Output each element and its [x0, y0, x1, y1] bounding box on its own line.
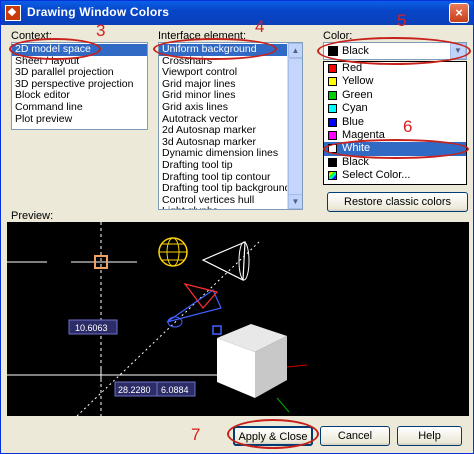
- annotation-number-6: 6: [403, 117, 413, 136]
- context-list-item[interactable]: Command line: [12, 101, 147, 114]
- dimension-value-2: 28.2280: [118, 385, 151, 395]
- color-option-item[interactable]: Yellow: [324, 75, 466, 88]
- annotation-ring-interface: [153, 38, 277, 60]
- restore-classic-colors-button[interactable]: Restore classic colors: [327, 192, 468, 212]
- annotation-number-5: 5: [397, 11, 407, 30]
- color-swatch-icon: [328, 157, 337, 167]
- interface-list-item[interactable]: Drafting tool tip: [159, 159, 287, 172]
- color-option-label: Cyan: [342, 102, 368, 115]
- preview-canvas: 10.6063 28.2280 6.0884: [7, 222, 469, 416]
- color-option-label: Yellow: [342, 75, 374, 88]
- app-icon: [5, 5, 21, 21]
- context-list-item[interactable]: Plot preview: [12, 113, 147, 126]
- annotation-ring-white: [323, 139, 469, 159]
- annotation-ring-context: [9, 38, 101, 60]
- color-swatch-icon: [328, 130, 337, 140]
- annotation-number-7: 7: [191, 425, 201, 444]
- help-button[interactable]: Help: [397, 426, 462, 446]
- color-swatch-icon: [328, 90, 337, 100]
- color-swatch-icon: [328, 171, 337, 181]
- interface-element-list[interactable]: Uniform background Crosshairs Viewport con…: [158, 42, 303, 210]
- color-swatch-icon: [328, 77, 337, 87]
- color-option-item[interactable]: Blue: [324, 116, 466, 129]
- annotation-number-4: 4: [255, 17, 265, 36]
- scroll-up-icon[interactable]: ▲: [288, 43, 302, 58]
- interface-list-item[interactable]: Grid axis lines: [159, 101, 287, 114]
- preview-label: Preview:: [11, 210, 54, 222]
- annotation-ring-apply: [227, 419, 319, 449]
- dimension-value-3: 6.0884: [161, 385, 189, 395]
- scroll-down-icon[interactable]: ▼: [288, 194, 302, 209]
- color-option-item[interactable]: Cyan: [324, 102, 466, 115]
- dimension-value-1: 10.6063: [75, 323, 108, 333]
- color-swatch-icon: [328, 117, 337, 127]
- color-option-label: Blue: [342, 115, 365, 128]
- interface-list-item[interactable]: Light glyphs: [159, 206, 287, 209]
- cancel-button[interactable]: Cancel: [320, 426, 390, 446]
- color-option-label: Red: [342, 62, 363, 74]
- color-swatch-icon: [328, 64, 337, 73]
- dialog-title: Drawing Window Colors: [27, 5, 170, 19]
- color-swatch-icon: [328, 104, 337, 114]
- annotation-ring-color: [317, 37, 471, 65]
- color-option-label: Green: [342, 88, 373, 101]
- drawing-window-colors-dialog: Drawing Window Colors × Context: 2D mode…: [0, 0, 474, 454]
- color-dropdown-list[interactable]: Red Yellow Green Cyan Blue Magenta White Black S…: [323, 61, 467, 185]
- preview-drawing: 10.6063 28.2280 6.0884: [7, 222, 308, 416]
- color-option-item[interactable]: Select Color...: [324, 169, 466, 182]
- interface-list-item[interactable]: Drafting tool tip background: [159, 183, 290, 195]
- color-option-label: Select Color...: [342, 169, 411, 182]
- annotation-number-3: 3: [96, 21, 106, 40]
- interface-list-scrollbar[interactable]: ▲ ▼: [287, 43, 302, 209]
- interface-list-item[interactable]: 2d Autosnap marker: [159, 125, 287, 137]
- color-option-item[interactable]: Green: [324, 89, 466, 102]
- close-button[interactable]: ×: [449, 3, 469, 23]
- scroll-thumb[interactable]: [288, 58, 302, 208]
